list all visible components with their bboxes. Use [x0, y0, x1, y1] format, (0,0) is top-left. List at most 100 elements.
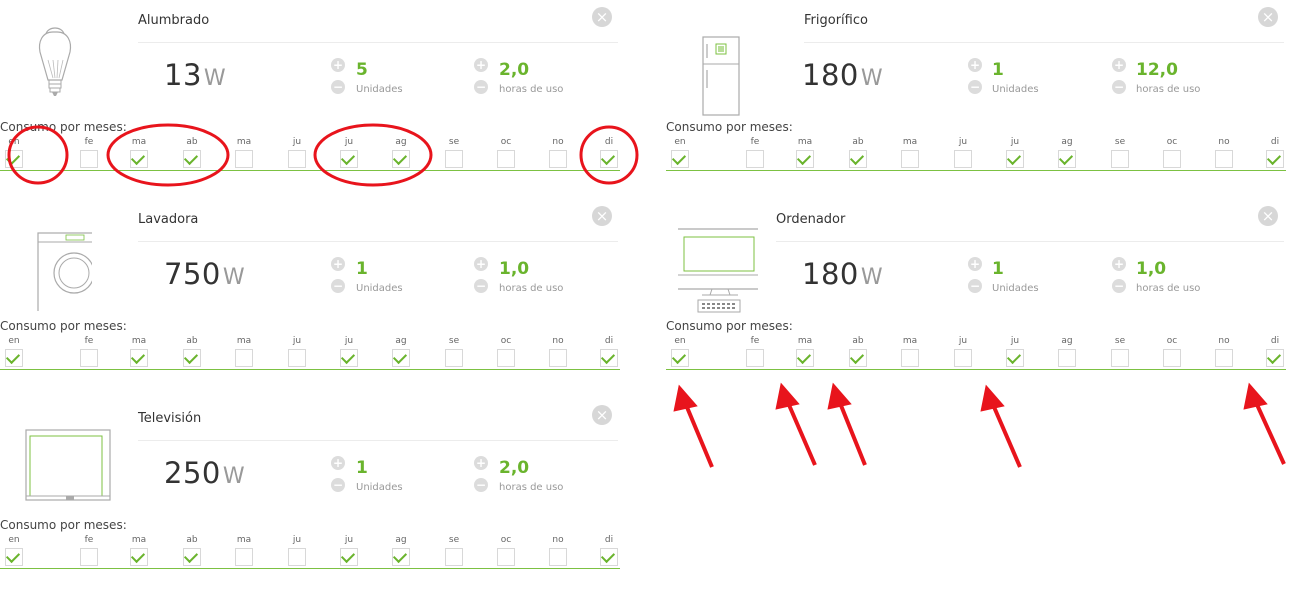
month-checkbox[interactable] [5, 150, 23, 168]
month-checkbox[interactable] [1163, 349, 1181, 367]
units-increment-button[interactable]: + [968, 58, 982, 72]
month-checkbox[interactable] [901, 150, 919, 168]
month-checkbox[interactable] [1006, 349, 1024, 367]
units-increment-button[interactable]: + [968, 257, 982, 271]
month-checkbox[interactable] [954, 349, 972, 367]
month-checkbox[interactable] [600, 349, 618, 367]
hours-increment-button[interactable]: + [1112, 257, 1126, 271]
months-row: en fe ma ab ma ju ju ag se oc no di [666, 136, 1284, 170]
units-decrement-button[interactable]: − [331, 279, 345, 293]
hours-decrement-button[interactable]: − [474, 80, 488, 94]
units-increment-button[interactable]: + [331, 456, 345, 470]
units-increment-button[interactable]: + [331, 257, 345, 271]
units-label: Unidades [356, 283, 403, 294]
month-checkbox[interactable] [954, 150, 972, 168]
month-checkbox[interactable] [235, 349, 253, 367]
divider [138, 440, 618, 441]
month-toggle: ju [288, 335, 306, 367]
month-checkbox[interactable] [1215, 349, 1233, 367]
month-toggle: ab [183, 136, 201, 168]
divider [666, 369, 1286, 370]
hours-decrement-button[interactable]: − [1112, 279, 1126, 293]
month-checkbox[interactable] [746, 150, 764, 168]
month-label: di [1270, 137, 1280, 147]
month-checkbox[interactable] [392, 349, 410, 367]
month-checkbox[interactable] [392, 548, 410, 566]
month-checkbox[interactable] [1163, 150, 1181, 168]
hours-decrement-button[interactable]: − [1112, 80, 1126, 94]
remove-appliance-button[interactable]: × [1258, 7, 1278, 27]
hours-increment-button[interactable]: + [474, 58, 488, 72]
month-checkbox[interactable] [549, 150, 567, 168]
units-decrement-button[interactable]: − [331, 478, 345, 492]
month-checkbox[interactable] [5, 548, 23, 566]
month-checkbox[interactable] [1111, 349, 1129, 367]
month-checkbox[interactable] [1266, 150, 1284, 168]
month-checkbox[interactable] [445, 150, 463, 168]
watts-unit: W [860, 265, 884, 290]
month-checkbox[interactable] [340, 349, 358, 367]
month-checkbox[interactable] [600, 548, 618, 566]
month-checkbox[interactable] [497, 150, 515, 168]
month-checkbox[interactable] [288, 349, 306, 367]
month-checkbox[interactable] [130, 548, 148, 566]
month-toggle: ju [340, 335, 358, 367]
remove-appliance-button[interactable]: × [1258, 206, 1278, 226]
month-checkbox[interactable] [600, 150, 618, 168]
hours-increment-button[interactable]: + [474, 456, 488, 470]
month-checkbox[interactable] [746, 349, 764, 367]
month-checkbox[interactable] [130, 150, 148, 168]
month-checkbox[interactable] [5, 349, 23, 367]
month-label: ma [236, 137, 252, 147]
hours-increment-button[interactable]: + [474, 257, 488, 271]
month-checkbox[interactable] [671, 349, 689, 367]
month-checkbox[interactable] [497, 349, 515, 367]
month-label: ju [292, 137, 302, 147]
month-checkbox[interactable] [1006, 150, 1024, 168]
month-checkbox[interactable] [796, 349, 814, 367]
month-checkbox[interactable] [849, 150, 867, 168]
month-checkbox[interactable] [235, 150, 253, 168]
remove-appliance-button[interactable]: × [592, 405, 612, 425]
month-checkbox[interactable] [80, 150, 98, 168]
month-checkbox[interactable] [1058, 150, 1076, 168]
month-label: ma [131, 137, 147, 147]
units-decrement-button[interactable]: − [968, 279, 982, 293]
hours-increment-button[interactable]: + [1112, 58, 1126, 72]
month-checkbox[interactable] [80, 548, 98, 566]
month-checkbox[interactable] [1111, 150, 1129, 168]
month-checkbox[interactable] [1266, 349, 1284, 367]
appliance-title: Televisión [138, 411, 202, 426]
units-increment-button[interactable]: + [331, 58, 345, 72]
month-checkbox[interactable] [183, 349, 201, 367]
month-checkbox[interactable] [288, 150, 306, 168]
month-checkbox[interactable] [235, 548, 253, 566]
remove-appliance-button[interactable]: × [592, 7, 612, 27]
month-checkbox[interactable] [901, 349, 919, 367]
month-checkbox[interactable] [445, 548, 463, 566]
month-checkbox[interactable] [445, 349, 463, 367]
month-checkbox[interactable] [183, 150, 201, 168]
units-decrement-button[interactable]: − [331, 80, 345, 94]
month-checkbox[interactable] [130, 349, 148, 367]
month-checkbox[interactable] [183, 548, 201, 566]
month-checkbox[interactable] [80, 349, 98, 367]
month-checkbox[interactable] [1058, 349, 1076, 367]
month-checkbox[interactable] [288, 548, 306, 566]
month-checkbox[interactable] [392, 150, 410, 168]
month-checkbox[interactable] [340, 548, 358, 566]
hours-decrement-button[interactable]: − [474, 478, 488, 492]
month-label: ab [852, 137, 864, 147]
remove-appliance-button[interactable]: × [592, 206, 612, 226]
month-checkbox[interactable] [549, 349, 567, 367]
month-checkbox[interactable] [1215, 150, 1233, 168]
month-checkbox[interactable] [549, 548, 567, 566]
month-checkbox[interactable] [497, 548, 515, 566]
month-checkbox[interactable] [671, 150, 689, 168]
units-decrement-button[interactable]: − [968, 80, 982, 94]
month-checkbox[interactable] [340, 150, 358, 168]
month-checkbox[interactable] [796, 150, 814, 168]
month-toggle: oc [1163, 136, 1181, 168]
month-checkbox[interactable] [849, 349, 867, 367]
hours-decrement-button[interactable]: − [474, 279, 488, 293]
